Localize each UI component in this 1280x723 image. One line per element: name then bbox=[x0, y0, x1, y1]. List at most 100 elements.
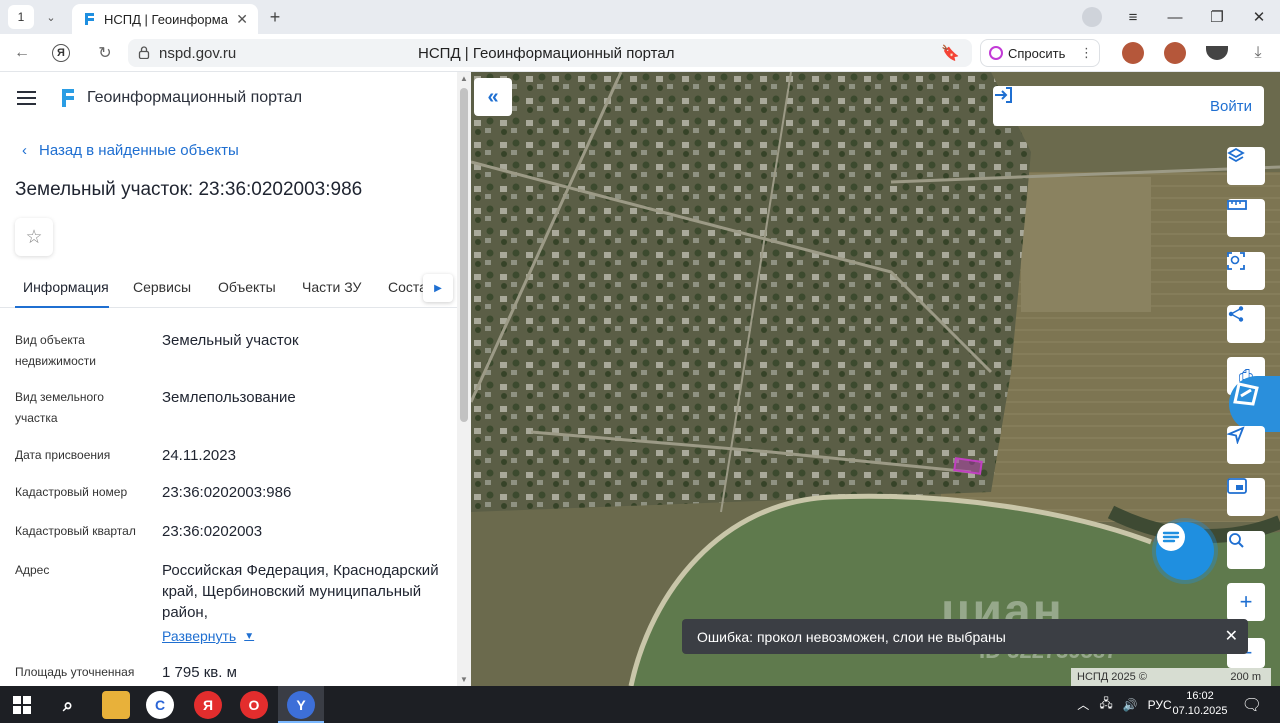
zoom-in-icon[interactable]: + bbox=[1227, 583, 1265, 621]
active-tab[interactable]: НСПД | Геоинформацио ✕ bbox=[72, 4, 258, 34]
select-area-icon[interactable] bbox=[1227, 252, 1265, 290]
windows-start-icon[interactable] bbox=[8, 691, 36, 719]
tab-list-chevron-icon[interactable]: ⌄ bbox=[38, 5, 64, 29]
info-value: 24.11.2023 bbox=[162, 447, 236, 464]
scroll-up-icon[interactable]: ▲ bbox=[460, 74, 468, 83]
address-bar-row: ← Я ↻ nspd.gov.ru НСПД | Геоинформационн… bbox=[0, 34, 1280, 72]
menu-icon[interactable]: ≡ bbox=[1112, 9, 1154, 26]
file-explorer-icon[interactable] bbox=[102, 691, 130, 719]
scrollbar-thumb[interactable] bbox=[460, 88, 468, 422]
pocket-icon[interactable] bbox=[1206, 46, 1228, 60]
ask-alice-button[interactable]: Спросить ⋮ bbox=[980, 39, 1100, 67]
satellite-imagery bbox=[471, 72, 1280, 686]
login-arrow-icon bbox=[995, 87, 1012, 103]
expand-label: Развернуть bbox=[162, 628, 237, 644]
lock-icon bbox=[138, 46, 150, 59]
geolocation-icon[interactable] bbox=[1227, 426, 1265, 464]
favorite-star-icon[interactable]: ☆ bbox=[15, 218, 53, 256]
reload-icon[interactable]: ↻ bbox=[94, 42, 116, 64]
info-tabs: Информация Сервисы Объекты Части ЗУ Сост… bbox=[0, 265, 458, 308]
download-icon[interactable]: ⤓ bbox=[1247, 42, 1269, 64]
tray-expand-icon[interactable]: ︿ bbox=[1077, 696, 1089, 713]
time: 16:02 bbox=[1186, 690, 1214, 702]
search-icon[interactable]: ⌕ bbox=[54, 691, 82, 719]
more-dots-icon[interactable]: ⋮ bbox=[1080, 45, 1093, 61]
map-footer: НСПД 2025 © 200 m bbox=[1071, 668, 1271, 686]
map-view[interactable]: « Войти ⎙ + − циан ID 322739587 Ошибка: … bbox=[471, 72, 1280, 686]
copyright-text: НСПД 2025 © bbox=[1077, 671, 1147, 683]
info-row: Площадь уточненная 1 795 кв. м bbox=[15, 662, 455, 686]
close-toast-icon[interactable]: ✕ bbox=[1225, 626, 1238, 646]
tab-objects[interactable]: Объекты bbox=[218, 279, 276, 295]
info-row: Вид объекта недвижимости Земельный участ… bbox=[15, 330, 455, 380]
bookmark-icon[interactable]: 🔖 bbox=[941, 44, 960, 62]
panel-scrollbar[interactable]: ▲ ▼ bbox=[457, 72, 471, 686]
restore-icon[interactable]: ❐ bbox=[1196, 8, 1238, 26]
volume-icon[interactable]: 🔊 bbox=[1123, 698, 1138, 712]
minimap-icon[interactable] bbox=[1227, 478, 1265, 516]
tab-composition[interactable]: Соста bbox=[388, 279, 427, 295]
back-to-results-link[interactable]: ‹ Назад в найденные объекты bbox=[22, 142, 239, 159]
back-label: Назад в найденные объекты bbox=[39, 142, 239, 159]
yandex-browser-red-icon[interactable]: Я bbox=[194, 691, 222, 719]
url-text: nspd.gov.ru bbox=[159, 45, 237, 62]
notifications-icon[interactable]: 🗨 bbox=[1242, 695, 1262, 715]
tabs-scroll-right-icon[interactable]: ▶ bbox=[423, 274, 453, 302]
tab-services[interactable]: Сервисы bbox=[133, 279, 191, 295]
login-button[interactable]: Войти bbox=[993, 86, 1264, 126]
chevron-left-icon: ‹ bbox=[22, 142, 27, 159]
ruler-icon[interactable] bbox=[1227, 199, 1265, 237]
clock[interactable]: 16:02 07.10.2025 bbox=[1172, 689, 1228, 719]
nspd-favicon-icon bbox=[85, 13, 94, 25]
tab-title: НСПД | Геоинформацио bbox=[104, 11, 228, 27]
info-row: Адрес Российская Федерация, Краснодарски… bbox=[15, 560, 455, 626]
info-value: Землепользование bbox=[162, 389, 296, 406]
ask-label: Спросить bbox=[1008, 45, 1066, 61]
info-key: Кадастровый номер bbox=[15, 485, 128, 499]
info-value: 23:36:0202003 bbox=[162, 523, 263, 540]
info-panel: Геоинформационный портал ‹ Назад в найде… bbox=[0, 72, 471, 686]
extension-icon-2[interactable] bbox=[1164, 42, 1186, 64]
info-value: 1 795 кв. м bbox=[162, 664, 237, 681]
extension-icon-1[interactable] bbox=[1122, 42, 1144, 64]
new-tab-button[interactable]: + bbox=[264, 6, 286, 28]
tab-parts[interactable]: Части ЗУ bbox=[302, 279, 361, 295]
language-indicator[interactable]: РУС bbox=[1148, 698, 1172, 712]
gosuslugi-widget-icon[interactable] bbox=[1229, 376, 1280, 432]
chat-support-icon[interactable] bbox=[1156, 522, 1214, 580]
info-row: Кадастровый квартал 23:36:0202003 bbox=[15, 521, 455, 545]
info-key: Вид объекта недвижимости bbox=[15, 333, 96, 368]
window-controls: ≡ — ❐ ✕ bbox=[1112, 0, 1280, 34]
info-key: Кадастровый квартал bbox=[15, 524, 136, 538]
info-value: Земельный участок bbox=[162, 332, 299, 349]
back-arrow-icon[interactable]: ← bbox=[11, 42, 33, 64]
portal-name: Геоинформационный портал bbox=[87, 89, 303, 106]
search-location-icon[interactable] bbox=[1227, 531, 1265, 569]
tab-close-icon[interactable]: ✕ bbox=[236, 11, 248, 28]
network-icon[interactable]: 🖧 bbox=[1099, 694, 1112, 715]
collapse-panel-icon[interactable]: « bbox=[474, 78, 512, 116]
browser-tab-strip: 1 ⌄ НСПД | Геоинформацио ✕ + ≡ — ❐ ✕ bbox=[0, 0, 1280, 34]
scroll-down-icon[interactable]: ▼ bbox=[460, 675, 468, 684]
tab-counter[interactable]: 1 bbox=[8, 5, 34, 29]
omnibox[interactable]: nspd.gov.ru НСПД | Геоинформационный пор… bbox=[128, 39, 972, 67]
yandex-browser-icon[interactable]: Y bbox=[287, 691, 315, 719]
opera-icon[interactable]: O bbox=[240, 691, 268, 719]
close-window-icon[interactable]: ✕ bbox=[1238, 8, 1280, 26]
hamburger-menu-icon[interactable] bbox=[17, 91, 36, 105]
expand-address-link[interactable]: Развернуть ▼ bbox=[162, 628, 254, 644]
info-key: Дата присвоения bbox=[15, 448, 111, 462]
info-key: Адрес bbox=[15, 563, 50, 577]
object-title: Земельный участок: 23:36:0202003:986 bbox=[15, 179, 363, 200]
share-icon[interactable] bbox=[1227, 305, 1265, 343]
tab-information[interactable]: Информация bbox=[23, 279, 109, 295]
ccleaner-icon[interactable]: C bbox=[146, 691, 174, 719]
yandex-icon[interactable]: Я bbox=[52, 44, 70, 62]
layers-icon[interactable] bbox=[1227, 147, 1265, 185]
address-value: Российская Федерация, Краснодарский край… bbox=[162, 562, 439, 621]
minimize-icon[interactable]: — bbox=[1154, 9, 1196, 26]
alice-icon bbox=[989, 46, 1003, 60]
scale-label: 200 m bbox=[1230, 671, 1261, 683]
info-key: Вид земельного участка bbox=[15, 390, 104, 425]
profile-avatar-icon[interactable] bbox=[1082, 7, 1102, 27]
